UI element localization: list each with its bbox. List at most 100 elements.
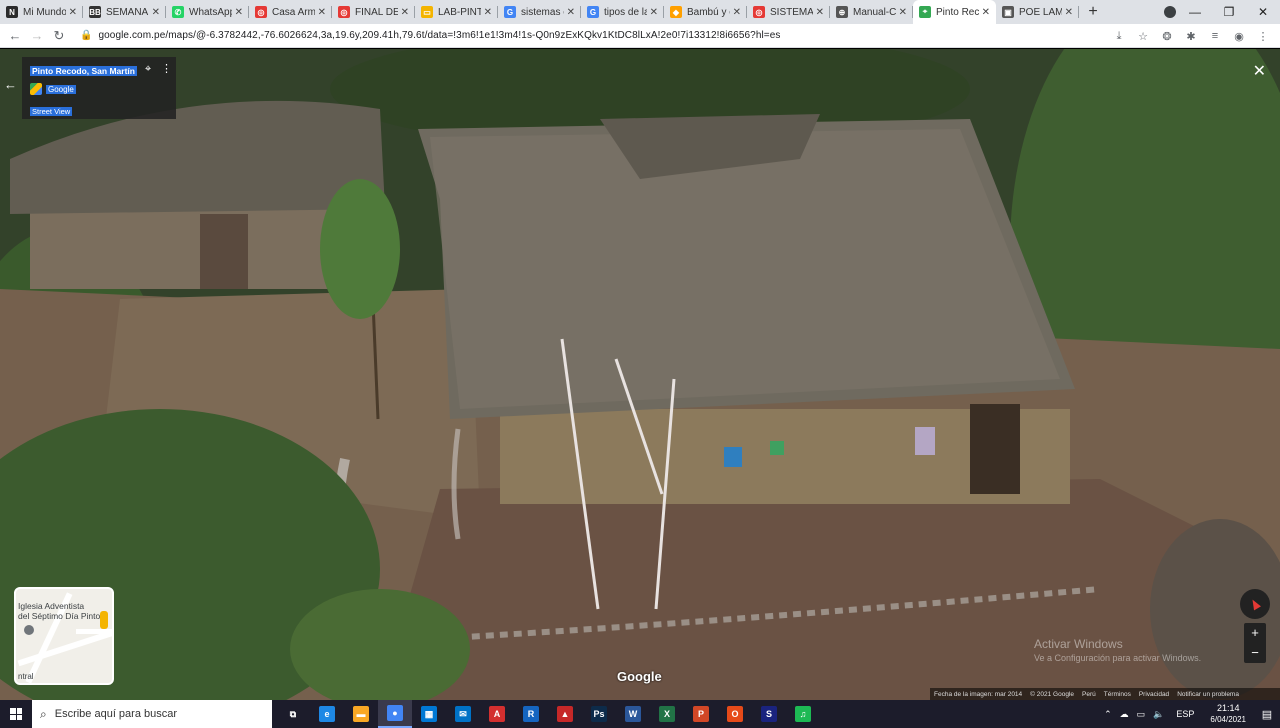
- compass-icon[interactable]: [1240, 589, 1270, 619]
- browser-tab[interactable]: ▭ LAB-PINT ✕: [415, 0, 498, 24]
- browser-tab[interactable]: N Mi Mundo ✕: [0, 0, 83, 24]
- extension-icon[interactable]: ❂: [1158, 30, 1176, 43]
- street-view-panorama[interactable]: ← Pinto Recodo, San Martín Google Street…: [0, 49, 1280, 700]
- address-bar[interactable]: 🔒 google.com.pe/maps/@-6.3782442,-76.602…: [80, 26, 781, 46]
- tab-search-icon[interactable]: [1164, 6, 1176, 18]
- forward-icon[interactable]: →: [26, 25, 48, 47]
- task-view-icon: ⧉: [289, 708, 297, 719]
- back-icon[interactable]: ←: [4, 25, 26, 47]
- edge-taskbar-icon[interactable]: e: [310, 700, 344, 728]
- google-maps-icon: [30, 83, 42, 95]
- revit-taskbar-icon[interactable]: R: [514, 700, 548, 728]
- back-arrow-icon[interactable]: ←: [4, 77, 17, 92]
- puzzle-icon[interactable]: ✱: [1182, 30, 1200, 43]
- browser-tab[interactable]: ◎ Casa Arm ✕: [249, 0, 332, 24]
- onedrive-icon[interactable]: ☁: [1120, 709, 1129, 720]
- browser-tab[interactable]: ◎ FINAL DE ✕: [332, 0, 415, 24]
- browser-tab[interactable]: ✆ WhatsApp ✕: [166, 0, 249, 24]
- tab-title: WhatsApp: [189, 6, 232, 18]
- sketchup-taskbar-icon[interactable]: S: [752, 700, 786, 728]
- tab-title: Manual-C: [853, 6, 896, 18]
- tab-close-icon[interactable]: ✕: [899, 7, 907, 18]
- restore-icon[interactable]: ❐: [1212, 5, 1246, 19]
- lock-icon[interactable]: 🔒: [80, 30, 92, 41]
- tab-close-icon[interactable]: ✕: [401, 7, 409, 18]
- footer-link[interactable]: Privacidad: [1139, 691, 1169, 698]
- task-view-taskbar-icon[interactable]: ⧉: [276, 700, 310, 728]
- office-icon: O: [727, 706, 743, 722]
- taskbar-search[interactable]: ⌕ Escribe aquí para buscar: [32, 700, 272, 728]
- acrobat-taskbar-icon[interactable]: A: [480, 700, 514, 728]
- zoom-in-button[interactable]: +: [1244, 623, 1266, 643]
- footer-link[interactable]: Perú: [1082, 691, 1096, 698]
- start-button[interactable]: [0, 700, 32, 728]
- activate-windows-watermark: Activar Windows Ve a Configuración para …: [1034, 637, 1202, 663]
- close-window-icon[interactable]: ✕: [1246, 5, 1280, 19]
- tab-close-icon[interactable]: ✕: [318, 7, 326, 18]
- install-icon[interactable]: ⤓: [1110, 30, 1128, 43]
- photoshop-taskbar-icon[interactable]: Ps: [582, 700, 616, 728]
- mail-icon: ✉: [455, 706, 471, 722]
- show-hidden-icons[interactable]: ⌃: [1104, 709, 1112, 720]
- browser-tab[interactable]: ◆ Bambú y c ✕: [664, 0, 747, 24]
- pegman-icon[interactable]: [100, 611, 108, 629]
- tab-close-icon[interactable]: ✕: [1065, 7, 1073, 18]
- reload-icon[interactable]: ↻: [48, 25, 70, 47]
- notifications-icon[interactable]: ▤: [1254, 708, 1280, 721]
- media-icon[interactable]: ≡: [1206, 30, 1224, 42]
- store-taskbar-icon[interactable]: ▦: [412, 700, 446, 728]
- close-street-view-icon[interactable]: ✕: [1253, 61, 1266, 81]
- tab-close-icon[interactable]: ✕: [69, 7, 77, 18]
- zoom-out-button[interactable]: −: [1244, 643, 1266, 663]
- brand-name: Google: [46, 84, 76, 94]
- window-controls: — ❐ ✕: [1178, 0, 1280, 24]
- language-indicator[interactable]: ESP: [1176, 709, 1194, 719]
- mail-taskbar-icon[interactable]: ✉: [446, 700, 480, 728]
- tab-close-icon[interactable]: ✕: [567, 7, 575, 18]
- browser-tab[interactable]: BB SEMANA 2✕: [83, 0, 166, 24]
- file-explorer-icon: ▬: [353, 706, 369, 722]
- url-text[interactable]: google.com.pe/maps/@-6.3782442,-76.60266…: [98, 30, 780, 41]
- tab-close-icon[interactable]: ✕: [816, 7, 824, 18]
- browser-tab[interactable]: ⊕ Manual-C ✕: [830, 0, 913, 24]
- tab-favicon-icon: ⊕: [836, 6, 848, 18]
- windows-logo-icon: [10, 708, 22, 720]
- profile-avatar[interactable]: ◉: [1230, 30, 1248, 43]
- autocad-taskbar-icon[interactable]: ▲: [548, 700, 582, 728]
- browser-tab[interactable]: ▣ POE LAMA✕: [996, 0, 1079, 24]
- location-pin-icon[interactable]: ⌖: [145, 63, 151, 76]
- word-taskbar-icon[interactable]: W: [616, 700, 650, 728]
- footer-link[interactable]: © 2021 Google: [1030, 691, 1074, 698]
- spotify-taskbar-icon[interactable]: ♫: [786, 700, 820, 728]
- office-taskbar-icon[interactable]: O: [718, 700, 752, 728]
- network-icon[interactable]: ▭: [1137, 709, 1146, 720]
- bookmark-star-icon[interactable]: ☆: [1134, 30, 1152, 43]
- browser-tab[interactable]: Gsistemas c ✕: [498, 0, 581, 24]
- minimap[interactable]: Iglesia Adventista del Séptimo Día Pinto…: [14, 587, 114, 685]
- browser-tab[interactable]: ⌖ Pinto Reco✕: [913, 0, 996, 24]
- clock[interactable]: 21:14 6/04/2021: [1210, 703, 1246, 725]
- footer-link[interactable]: Términos: [1104, 691, 1131, 698]
- volume-icon[interactable]: 🔈: [1153, 709, 1164, 720]
- new-tab-button[interactable]: +: [1079, 0, 1107, 24]
- chrome-taskbar-icon[interactable]: ●: [378, 700, 412, 728]
- tab-close-icon[interactable]: ✕: [235, 7, 243, 18]
- browser-tab[interactable]: ◎ SISTEMA C✕: [747, 0, 830, 24]
- minimize-icon[interactable]: —: [1178, 5, 1212, 19]
- tab-close-icon[interactable]: ✕: [152, 7, 160, 18]
- tab-close-icon[interactable]: ✕: [733, 7, 741, 18]
- tab-close-icon[interactable]: ✕: [982, 7, 990, 18]
- footer-link[interactable]: Notificar un problema: [1177, 691, 1239, 698]
- tab-favicon-icon: G: [504, 6, 516, 18]
- more-options-icon[interactable]: ⋮: [161, 62, 172, 75]
- place-name[interactable]: Pinto Recodo, San Martín: [30, 66, 137, 76]
- browser-tab[interactable]: Gtipos de la ✕: [581, 0, 664, 24]
- tab-title: SEMANA 2: [106, 6, 149, 18]
- menu-icon[interactable]: ⋮: [1254, 30, 1272, 43]
- file-explorer-taskbar-icon[interactable]: ▬: [344, 700, 378, 728]
- tab-close-icon[interactable]: ✕: [484, 7, 492, 18]
- powerpoint-taskbar-icon[interactable]: P: [684, 700, 718, 728]
- store-icon: ▦: [421, 706, 437, 722]
- tab-close-icon[interactable]: ✕: [650, 7, 658, 18]
- excel-taskbar-icon[interactable]: X: [650, 700, 684, 728]
